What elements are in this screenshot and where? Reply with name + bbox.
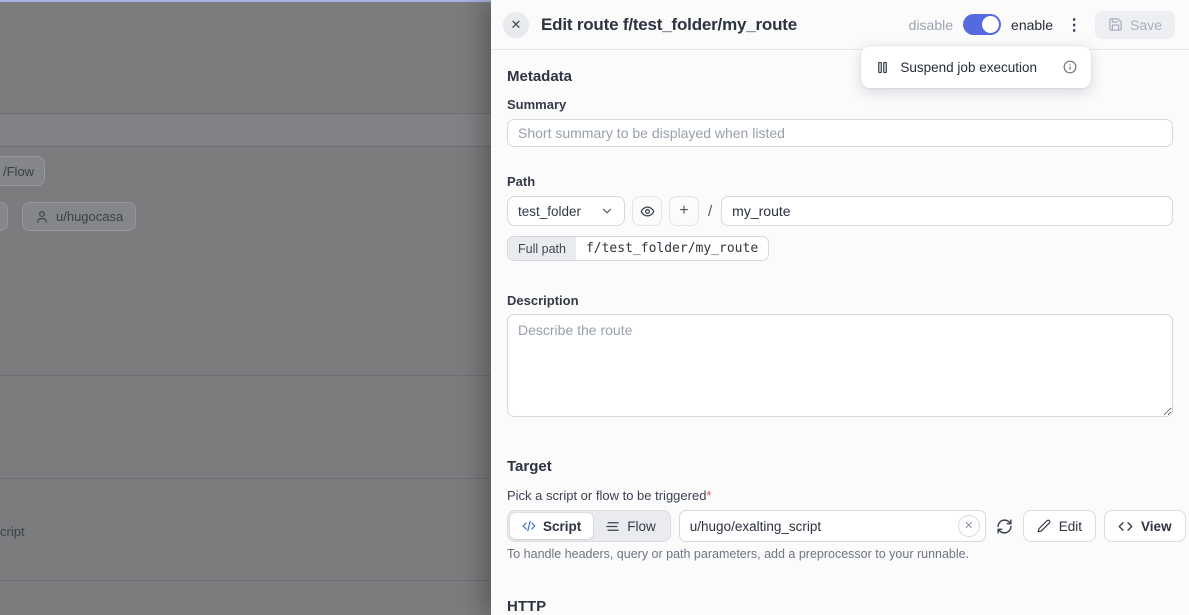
backdrop-divider bbox=[0, 375, 491, 376]
runnable-picker: ✕ bbox=[679, 510, 986, 542]
drawer-title: Edit route f/test_folder/my_route bbox=[541, 15, 897, 35]
save-icon bbox=[1108, 17, 1123, 32]
full-path-value: f/test_folder/my_route bbox=[576, 237, 768, 260]
backdrop-partial-chip bbox=[0, 202, 8, 231]
close-button[interactable]: ✕ bbox=[503, 12, 529, 38]
target-row: Script Flow ✕ bbox=[507, 510, 1173, 542]
toggle-on-label: enable bbox=[1011, 17, 1053, 33]
backdrop-user-chip-label: u/hugocasa bbox=[56, 209, 123, 224]
close-icon: ✕ bbox=[511, 18, 522, 31]
target-picker-label: Pick a script or flow to be triggered* bbox=[507, 488, 1173, 503]
edit-route-drawer: ✕ Edit route f/test_folder/my_route disa… bbox=[491, 0, 1189, 615]
preprocessor-helper-text: To handle headers, query or path paramet… bbox=[507, 547, 1173, 561]
pause-icon bbox=[875, 60, 890, 75]
required-marker: * bbox=[706, 488, 711, 503]
edit-button-label: Edit bbox=[1059, 519, 1082, 534]
add-folder-button[interactable]: + bbox=[669, 196, 699, 226]
backdrop-flow-chip-label: /Flow bbox=[3, 164, 34, 179]
view-button-label: View bbox=[1141, 519, 1172, 534]
tab-script-label: Script bbox=[543, 519, 581, 534]
backdrop-divider bbox=[0, 146, 491, 147]
refresh-button[interactable] bbox=[994, 516, 1015, 537]
kebab-icon: ⋮ bbox=[1066, 17, 1082, 34]
description-textarea[interactable] bbox=[507, 314, 1173, 417]
edit-runnable-button[interactable]: Edit bbox=[1023, 510, 1096, 542]
backdrop-divider bbox=[0, 580, 491, 581]
save-button[interactable]: Save bbox=[1095, 11, 1175, 39]
full-path-badge: Full path bbox=[508, 237, 576, 260]
dimmed-backdrop: /Flow u/hugocasa cript bbox=[0, 0, 491, 615]
drawer-body: Metadata Summary Path test_folder + / bbox=[491, 68, 1189, 615]
runnable-input[interactable] bbox=[679, 510, 986, 542]
target-heading: Target bbox=[507, 458, 1173, 475]
path-row: test_folder + / bbox=[507, 196, 1173, 226]
clear-runnable-button[interactable]: ✕ bbox=[958, 515, 980, 537]
more-options-button[interactable]: ⋮ bbox=[1063, 12, 1085, 38]
refresh-icon bbox=[996, 518, 1013, 535]
toggle-knob bbox=[982, 16, 999, 33]
person-icon bbox=[35, 210, 49, 224]
backdrop-partial-text: cript bbox=[0, 524, 25, 539]
full-path-pill: Full path f/test_folder/my_route bbox=[507, 236, 769, 261]
http-heading: HTTP bbox=[507, 598, 1173, 615]
tab-flow-label: Flow bbox=[627, 519, 656, 534]
full-path-row: Full path f/test_folder/my_route bbox=[507, 236, 1173, 261]
target-picker-label-text: Pick a script or flow to be triggered bbox=[507, 488, 706, 503]
suspend-job-menu-item[interactable]: Suspend job execution bbox=[861, 46, 1091, 88]
route-name-input[interactable] bbox=[721, 196, 1173, 226]
folder-select[interactable]: test_folder bbox=[507, 196, 625, 226]
plus-icon: + bbox=[679, 202, 688, 220]
tab-flow[interactable]: Flow bbox=[593, 513, 668, 539]
description-label: Description bbox=[507, 293, 1173, 308]
pencil-icon bbox=[1037, 519, 1051, 533]
enable-toggle[interactable] bbox=[963, 14, 1001, 35]
tab-script[interactable]: Script bbox=[510, 513, 593, 539]
view-runnable-button[interactable]: View bbox=[1104, 510, 1186, 542]
summary-label: Summary bbox=[507, 97, 1173, 112]
header-actions: disable enable ⋮ Save bbox=[909, 11, 1175, 39]
path-separator: / bbox=[706, 203, 714, 220]
suspend-job-label: Suspend job execution bbox=[900, 60, 1037, 75]
backdrop-toolbar-band bbox=[0, 114, 491, 146]
backdrop-user-chip: u/hugocasa bbox=[22, 202, 136, 231]
script-flow-toggle-group: Script Flow bbox=[507, 510, 671, 542]
summary-input[interactable] bbox=[507, 119, 1173, 147]
path-label: Path bbox=[507, 174, 1173, 189]
bars-staggered-icon bbox=[605, 519, 620, 534]
code-icon bbox=[1118, 519, 1133, 534]
chevron-down-icon bbox=[600, 204, 614, 218]
toggle-off-label: disable bbox=[909, 17, 953, 33]
view-folder-button[interactable] bbox=[632, 196, 662, 226]
drawer-header: ✕ Edit route f/test_folder/my_route disa… bbox=[491, 0, 1189, 50]
info-icon[interactable] bbox=[1063, 60, 1077, 74]
clear-icon: ✕ bbox=[964, 521, 973, 532]
backdrop-flow-chip: /Flow bbox=[0, 156, 45, 186]
save-button-label: Save bbox=[1130, 17, 1162, 33]
backdrop-divider bbox=[0, 478, 491, 479]
folder-select-value: test_folder bbox=[518, 204, 581, 219]
code-slash-icon bbox=[522, 519, 536, 533]
backdrop-accent-line bbox=[0, 0, 491, 2]
eye-icon bbox=[640, 204, 655, 219]
